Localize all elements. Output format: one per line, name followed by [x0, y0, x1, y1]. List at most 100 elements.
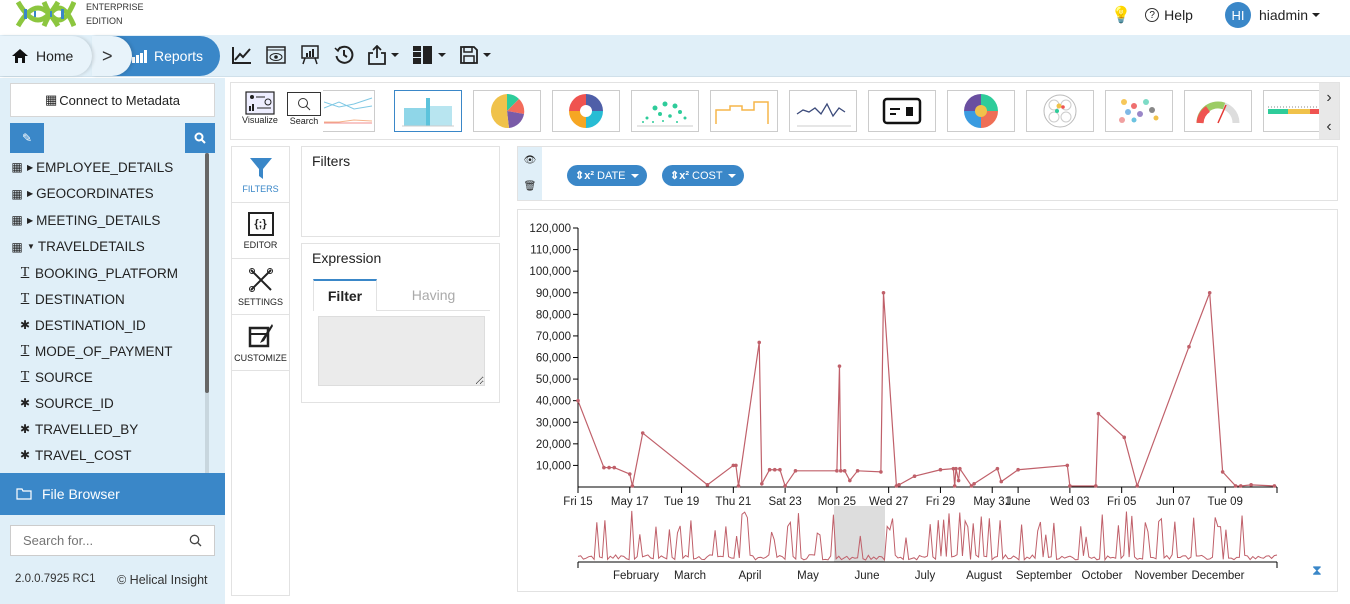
history-icon[interactable]	[334, 43, 354, 67]
tree-table-geocordinates[interactable]: ▦ ▶ GEOCORDINATES	[10, 181, 205, 208]
tree-column-source-id[interactable]: ✱ SOURCE_ID	[10, 390, 205, 416]
reports-label: Reports	[154, 48, 204, 64]
y-tick-label: 40,000	[536, 396, 571, 408]
text-type-icon: T	[20, 343, 30, 358]
tree-table-traveldetails[interactable]: ▦ ▼ TRAVELDETAILS	[10, 234, 205, 261]
expression-input[interactable]	[318, 316, 485, 386]
folder-icon	[16, 488, 32, 500]
hourglass-icon[interactable]: ⧗	[1312, 562, 1322, 579]
chevron-right-icon[interactable]: ›	[1326, 89, 1331, 107]
save-icon	[460, 46, 478, 64]
file-search-input[interactable]	[23, 533, 173, 548]
chevron-down-icon	[438, 53, 446, 57]
data-point	[838, 469, 843, 473]
chart-type-card[interactable]	[868, 90, 936, 132]
tree-column-travelled-by[interactable]: ✱ TRAVELLED_BY	[10, 416, 205, 442]
tree-column-destination-id[interactable]: ✱ DESTINATION_ID	[10, 312, 205, 338]
tab-settings[interactable]: SETTINGS	[232, 259, 289, 315]
connect-metadata-button[interactable]: ▦ Connect to Metadata	[10, 83, 215, 117]
tree-column-source[interactable]: T SOURCE	[10, 364, 205, 390]
chart-type-donut[interactable]	[552, 90, 620, 132]
data-point	[627, 472, 632, 476]
breadcrumb-home[interactable]: Home	[0, 36, 92, 76]
navigator-month-label: March	[674, 570, 706, 582]
table-label: MEETING_DETAILS	[36, 212, 161, 228]
field-label: COST	[692, 169, 723, 182]
line-chart-icon[interactable]	[232, 43, 252, 67]
chart-type-multi-line[interactable]	[323, 90, 375, 132]
numeric-type-icon: ✱	[19, 448, 31, 462]
tab-label: SETTINGS	[237, 296, 283, 307]
home-icon	[12, 49, 28, 63]
tree-table-employee-details[interactable]: ▦ ▶ EMPLOYEE_DETAILS	[10, 154, 205, 181]
data-point	[757, 340, 762, 345]
tab-filter[interactable]: Filter	[313, 279, 377, 311]
trash-icon[interactable]: 🗑	[524, 181, 537, 192]
donut-chart-icon	[569, 94, 603, 128]
tab-filters[interactable]: FILTERS	[232, 147, 289, 203]
layout-button[interactable]	[413, 43, 446, 67]
tree-column-destination[interactable]: T DESTINATION	[10, 286, 205, 312]
x-tick-label: Tue 19	[664, 496, 699, 508]
data-point	[954, 466, 958, 471]
visualize-button[interactable]: Visualize	[242, 91, 278, 125]
chart-type-bubble[interactable]	[1105, 90, 1173, 132]
share-button[interactable]	[368, 43, 399, 67]
chart-type-step[interactable]	[710, 90, 778, 132]
tab-customize[interactable]: CUSTOMIZE	[232, 315, 289, 371]
navigator-month-label: June	[855, 570, 880, 582]
circle-pack-icon	[1043, 94, 1077, 128]
table-label: TRAVELDETAILS	[37, 239, 145, 255]
column-label: SOURCE_ID	[35, 395, 114, 411]
chart-type-line[interactable]	[789, 90, 857, 132]
gauge-chart-icon	[1196, 101, 1240, 124]
column-label: TRAVELLED_BY	[35, 421, 139, 437]
search-chart-button[interactable]: Search	[287, 92, 321, 126]
edit-metadata-button[interactable]: ✎	[10, 123, 44, 153]
field-pill-cost[interactable]: ⇕x² COST	[662, 165, 744, 186]
x-tick-label: Fri 29	[926, 496, 955, 508]
visualize-label: Visualize	[242, 115, 278, 125]
sidebar-scrollbar[interactable]	[205, 153, 209, 393]
presentation-icon[interactable]	[300, 43, 320, 67]
y-tick-label: 80,000	[536, 309, 571, 321]
file-browser-toggle[interactable]: File Browser	[0, 473, 225, 515]
data-point	[1093, 484, 1098, 488]
tree-column-mode-of-payment[interactable]: T MODE_OF_PAYMENT	[10, 338, 205, 364]
chevron-left-icon[interactable]: ‹	[1326, 118, 1331, 136]
save-button[interactable]	[460, 43, 491, 67]
layout-icon	[413, 46, 432, 64]
column-label: SOURCE	[35, 369, 93, 385]
chart-type-pie[interactable]	[473, 90, 541, 132]
field-pill-date[interactable]: ⇕x² DATE	[567, 165, 647, 186]
chart-type-pack[interactable]	[1026, 90, 1094, 132]
chart-type-gauge[interactable]	[1184, 90, 1252, 132]
tree-table-meeting-details[interactable]: ▦ ▶ MEETING_DETAILS	[10, 207, 205, 234]
lightbulb-icon[interactable]: 💡	[1111, 5, 1131, 25]
chart-type-area-bar[interactable]	[394, 90, 462, 132]
user-menu[interactable]: HI hiadmin	[1207, 2, 1320, 28]
data-point	[837, 364, 842, 368]
tree-column-booking-platform[interactable]: T BOOKING_PLATFORM	[10, 260, 205, 286]
navigator-month-label: October	[1082, 570, 1123, 582]
column-label: BOOKING_PLATFORM	[35, 265, 179, 281]
preview-icon[interactable]	[266, 43, 286, 67]
chart-panel: 10,000 20,000 30,000 40,000 50,000 60,000 70,0…	[517, 209, 1338, 592]
hide-icon[interactable]: 👁	[524, 155, 537, 166]
chevron-down-icon	[630, 173, 639, 178]
chart-type-scatter[interactable]	[631, 90, 699, 132]
tree-column-travel-cost[interactable]: ✱ TRAVEL_COST	[10, 442, 205, 468]
chart-type-sunburst[interactable]	[947, 90, 1015, 132]
tab-having[interactable]: Having	[377, 279, 490, 311]
x-tick-label: Jun 07	[1156, 496, 1191, 508]
metadata-search-button[interactable]	[185, 123, 215, 153]
search-icon[interactable]	[189, 534, 202, 547]
data-point	[1016, 467, 1020, 472]
help-link[interactable]: ? Help	[1145, 7, 1193, 23]
navigator-month-label: September	[1016, 570, 1072, 582]
caret-right-icon: ▶	[27, 215, 34, 225]
data-point	[1272, 484, 1277, 488]
navigator: February March April May June July August Septe…	[577, 506, 1278, 582]
sunburst-chart-icon	[964, 94, 998, 128]
tab-editor[interactable]: {;} EDITOR	[232, 203, 289, 259]
